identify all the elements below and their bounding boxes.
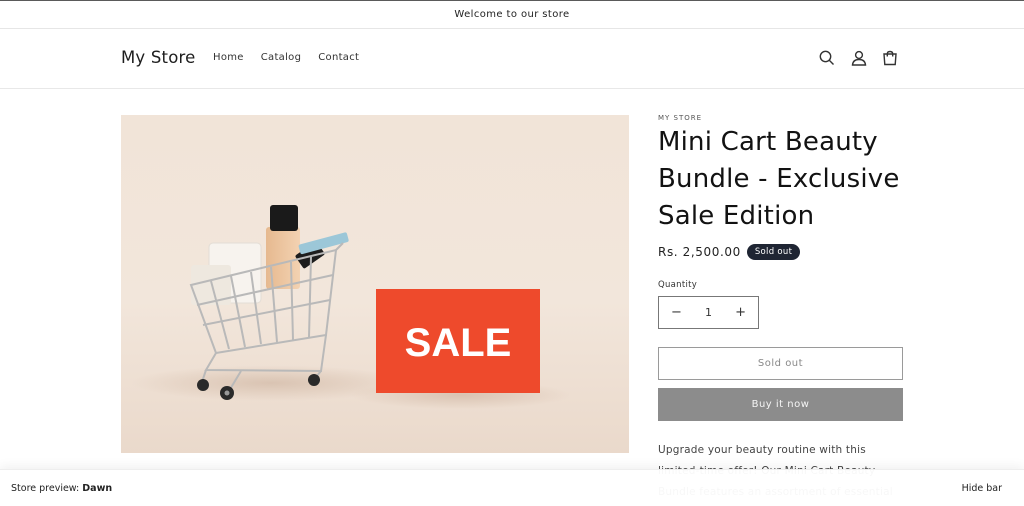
main-nav: Home Catalog Contact <box>213 52 359 63</box>
store-logo[interactable]: My Store <box>121 48 195 67</box>
product-title: Mini Cart Beauty Bundle - Exclusive Sale… <box>658 127 900 231</box>
preview-label: Store preview: <box>11 482 83 494</box>
nav-contact[interactable]: Contact <box>318 52 359 63</box>
nav-home[interactable]: Home <box>213 52 244 63</box>
account-icon[interactable] <box>850 49 868 67</box>
site-header: My Store Home Catalog Contact <box>0 29 1024 89</box>
search-icon[interactable] <box>818 49 836 67</box>
announcement-bar: Welcome to our store <box>0 0 1024 29</box>
product-price: Rs. 2,500.00 <box>658 245 741 259</box>
product-photo: SALE <box>131 205 571 409</box>
nav-catalog[interactable]: Catalog <box>261 52 302 63</box>
buy-it-now-button[interactable]: Buy it now <box>658 388 903 421</box>
quantity-value[interactable]: 1 <box>705 306 712 319</box>
quantity-decrease-button[interactable]: − <box>671 305 682 320</box>
sale-sign-text: SALE <box>405 321 512 365</box>
quantity-stepper: − 1 + <box>658 296 759 329</box>
preview-theme-name: Dawn <box>82 482 113 494</box>
price-row: Rs. 2,500.00 Sold out <box>658 244 801 260</box>
preview-label-group: Store preview: Dawn <box>11 483 112 494</box>
quantity-increase-button[interactable]: + <box>735 305 746 320</box>
product-vendor: MY STORE <box>658 114 703 122</box>
quantity-label: Quantity <box>658 280 698 290</box>
sold-out-badge: Sold out <box>746 244 801 260</box>
announcement-text: Welcome to our store <box>454 9 570 20</box>
sold-out-button[interactable]: Sold out <box>658 347 903 380</box>
store-preview-bar: Store preview: Dawn Hide bar <box>0 469 1024 506</box>
product-image: SALE <box>121 115 629 453</box>
cart-icon[interactable] <box>881 49 899 67</box>
hide-bar-button[interactable]: Hide bar <box>962 483 1002 494</box>
